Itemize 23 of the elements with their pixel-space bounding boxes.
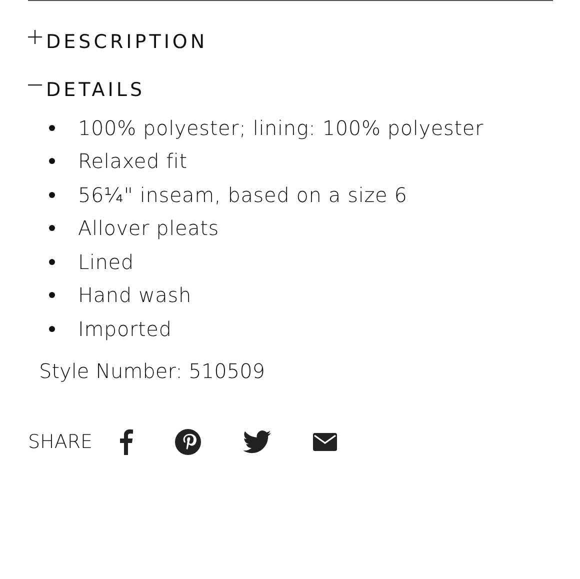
pin-circle-icon[interactable]	[174, 428, 201, 454]
detail-item: Imported	[78, 316, 172, 341]
bullet-icon	[49, 326, 55, 332]
detail-item: Lined	[78, 250, 134, 274]
detail-item: Relaxed fit	[78, 149, 188, 174]
bird-icon[interactable]	[242, 430, 271, 454]
f-icon[interactable]	[118, 428, 133, 454]
share-label: SHARE	[28, 430, 93, 452]
detail-item: 56¼" inseam, based on a size 6	[78, 182, 408, 207]
bullet-icon	[49, 258, 55, 265]
bullet-icon	[49, 292, 55, 298]
bullet-icon	[49, 192, 55, 198]
section-header[interactable]: DETAILS	[28, 79, 146, 101]
section-header[interactable]: DESCRIPTION	[28, 31, 208, 53]
detail-item: Hand wash	[78, 283, 192, 308]
bullet-icon	[49, 225, 55, 232]
envelope-icon[interactable]	[312, 432, 337, 450]
bullet-icon	[49, 124, 55, 131]
style-number: Style Number: 510509	[39, 358, 266, 382]
bullet-icon	[49, 158, 55, 164]
plus-icon	[28, 30, 42, 44]
detail-item: Allover pleats	[78, 216, 220, 240]
detail-item: 100% polyester; lining: 100% polyester	[78, 116, 484, 140]
